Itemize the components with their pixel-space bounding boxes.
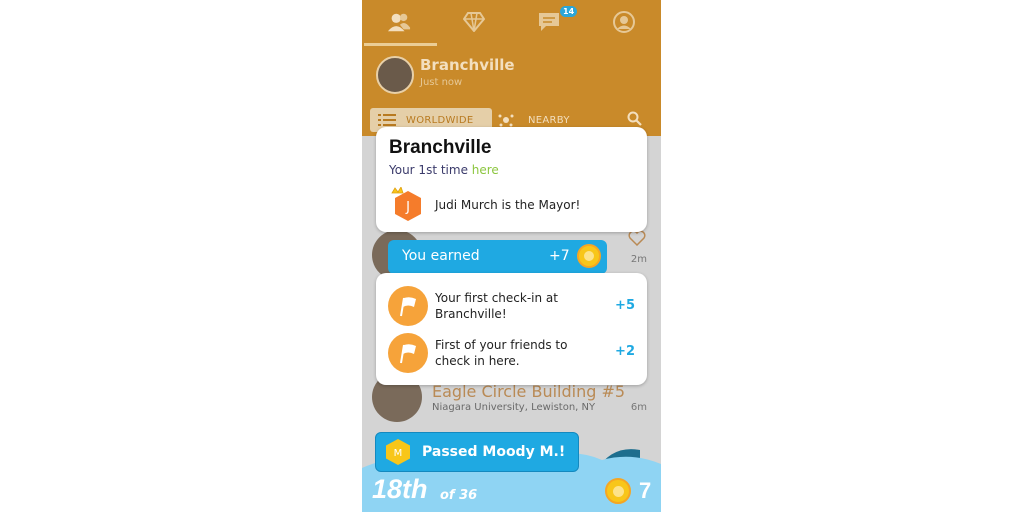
venue-card: Branchville Your 1st time here J Judi Mu… bbox=[376, 127, 647, 232]
mayor-badge: J bbox=[390, 186, 426, 223]
diamond-icon[interactable] bbox=[462, 10, 486, 34]
crown-icon bbox=[391, 186, 404, 194]
passed-label: Passed Moody M.! bbox=[422, 444, 566, 460]
flag-icon bbox=[388, 333, 428, 373]
worldwide-label: WORLDWIDE bbox=[406, 114, 474, 126]
checkin-header[interactable]: Branchville Just now bbox=[362, 46, 661, 102]
flag-icon bbox=[388, 286, 428, 326]
reward-text: Your first check-in at Branchville! bbox=[435, 291, 558, 321]
heart-icon[interactable] bbox=[628, 230, 646, 246]
avatar bbox=[376, 56, 414, 94]
list-icon bbox=[378, 114, 396, 126]
coin-icon bbox=[605, 478, 631, 504]
feed-time: 2m bbox=[630, 254, 647, 265]
reward-points: +2 bbox=[615, 344, 635, 359]
earned-banner: You earned +7 bbox=[388, 240, 607, 274]
leaderboard-rank[interactable]: 18th bbox=[372, 474, 428, 505]
friends-icon[interactable] bbox=[387, 10, 411, 34]
leaderboard-total: of 36 bbox=[440, 488, 478, 503]
search-icon[interactable] bbox=[627, 111, 643, 127]
earned-points: +7 bbox=[549, 248, 570, 264]
feed-venue-location: Niagara University, Lewiston, NY bbox=[432, 402, 596, 413]
coin-total: 7 bbox=[639, 478, 652, 503]
svg-text:J: J bbox=[405, 200, 410, 215]
feed-time: 6m bbox=[630, 402, 647, 413]
nearby-label: NEARBY bbox=[528, 114, 570, 126]
checkin-rewards-card: Your first check-in at Branchville! +5 F… bbox=[376, 273, 647, 385]
friend-badge: M bbox=[386, 439, 410, 465]
chat-badge: 14 bbox=[560, 6, 578, 17]
header-title: Branchville bbox=[420, 56, 515, 74]
visit-count-text: Your 1st time here bbox=[389, 163, 499, 177]
chat-icon[interactable] bbox=[537, 10, 561, 34]
profile-icon[interactable] bbox=[612, 10, 636, 34]
top-tab-bar: 14 bbox=[362, 0, 661, 46]
svg-text:M: M bbox=[394, 448, 403, 459]
venue-name: Branchville bbox=[389, 137, 492, 158]
earned-label: You earned bbox=[402, 248, 480, 264]
app-screen: 14 Branchville Just now WORLDWIDE NEARBY… bbox=[362, 0, 661, 512]
reward-points: +5 bbox=[615, 298, 635, 313]
reward-text: First of your friends to check in here. bbox=[435, 338, 568, 368]
mayor-text: Judi Murch is the Mayor! bbox=[435, 198, 581, 212]
nearby-icon bbox=[498, 114, 514, 127]
header-subtitle: Just now bbox=[420, 77, 463, 88]
passed-friend-banner: M Passed Moody M.! bbox=[375, 432, 579, 472]
coin-icon bbox=[577, 244, 601, 268]
